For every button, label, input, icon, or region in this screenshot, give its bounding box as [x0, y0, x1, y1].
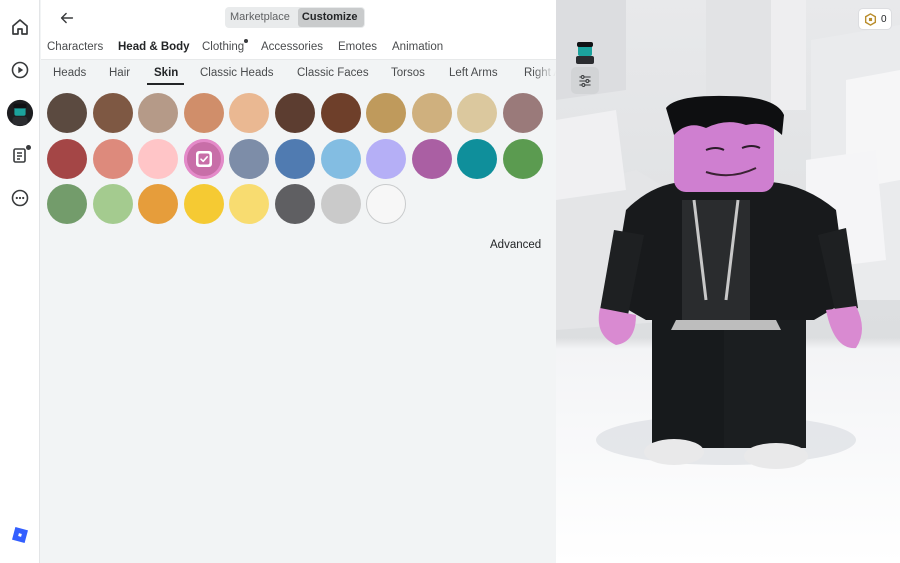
tab-marketplace[interactable]: Marketplace — [226, 8, 296, 27]
adjust-sliders-icon[interactable] — [571, 67, 599, 94]
top-bar: Marketplace Customize — [41, 0, 556, 36]
checkmark-icon — [195, 150, 212, 167]
skin-color-swatch[interactable] — [138, 184, 179, 224]
tab-customize[interactable]: Customize — [297, 8, 364, 27]
scroll-fade — [532, 61, 556, 87]
category-characters[interactable]: Characters — [47, 41, 103, 53]
skin-color-swatch[interactable] — [320, 93, 361, 133]
subtab-classic-heads[interactable]: Classic Heads — [200, 67, 274, 79]
skin-color-swatch[interactable] — [92, 138, 133, 179]
skin-color-swatch[interactable] — [183, 138, 224, 179]
skin-color-swatch[interactable] — [366, 93, 407, 133]
category-tabs: Characters Head & Body Clothing Accessor… — [41, 36, 556, 60]
subtab-torsos[interactable]: Torsos — [391, 67, 425, 79]
skin-color-swatch[interactable] — [229, 184, 270, 224]
skin-color-swatch[interactable] — [275, 138, 315, 179]
skin-color-swatch[interactable] — [229, 138, 270, 179]
skin-color-swatch[interactable] — [320, 184, 361, 224]
subtab-heads[interactable]: Heads — [53, 67, 86, 79]
skin-color-swatch[interactable] — [366, 138, 407, 179]
skin-color-swatch[interactable] — [92, 93, 133, 133]
back-arrow-icon[interactable] — [55, 6, 79, 30]
notes-icon[interactable] — [6, 141, 34, 169]
category-emotes[interactable]: Emotes — [338, 41, 377, 53]
skin-color-swatch[interactable] — [92, 184, 133, 224]
skin-color-swatch[interactable] — [138, 93, 179, 133]
subtab-classic-faces[interactable]: Classic Faces — [297, 67, 369, 79]
active-tab-underline — [147, 83, 184, 85]
skin-color-swatch[interactable] — [47, 93, 87, 133]
skin-color-swatch[interactable] — [47, 138, 87, 179]
notification-dot — [244, 39, 249, 43]
subtab-skin[interactable]: Skin — [154, 67, 178, 79]
customize-panel: Marketplace Customize Characters Head & … — [41, 0, 556, 563]
skin-color-swatch[interactable] — [411, 138, 452, 179]
skin-color-swatch[interactable] — [138, 138, 179, 179]
left-nav-rail — [0, 0, 40, 563]
subtab-left-arms[interactable]: Left Arms — [449, 67, 498, 79]
skin-color-swatch[interactable] — [229, 93, 270, 133]
skin-color-swatch[interactable] — [366, 184, 407, 224]
skin-color-swatch[interactable] — [183, 184, 224, 224]
category-head-body[interactable]: Head & Body — [118, 41, 190, 53]
subtab-hair[interactable]: Hair — [109, 67, 130, 79]
category-clothing[interactable]: Clothing — [202, 39, 249, 53]
advanced-button[interactable]: Advanced — [490, 239, 541, 251]
skin-color-swatch[interactable] — [275, 184, 315, 224]
play-icon[interactable] — [6, 56, 34, 84]
robux-icon — [864, 12, 877, 26]
mode-switch: Marketplace Customize — [225, 7, 365, 28]
skin-color-swatch[interactable] — [47, 184, 87, 224]
avatar-thumbnail-icon[interactable] — [571, 38, 599, 66]
more-icon[interactable] — [6, 184, 34, 212]
skin-color-swatch[interactable] — [457, 138, 498, 179]
skin-color-swatch[interactable] — [411, 93, 452, 133]
roblox-logo-icon[interactable] — [6, 521, 34, 549]
skin-color-swatch[interactable] — [503, 93, 543, 133]
category-accessories[interactable]: Accessories — [261, 41, 323, 53]
skin-color-swatch[interactable] — [275, 93, 315, 133]
avatar-icon[interactable] — [5, 98, 35, 128]
robux-amount: 0 — [881, 13, 887, 25]
avatar-scene — [556, 0, 900, 469]
subcategory-tabs: Heads Hair Skin Classic Heads Classic Fa… — [41, 61, 556, 87]
category-animation[interactable]: Animation — [392, 41, 443, 53]
skin-color-swatch[interactable] — [503, 138, 543, 179]
home-icon[interactable] — [6, 13, 34, 41]
skin-color-swatch[interactable] — [183, 93, 224, 133]
robux-balance[interactable]: 0 — [858, 8, 892, 30]
skin-color-swatch[interactable] — [457, 93, 498, 133]
skin-color-swatch[interactable] — [320, 138, 361, 179]
avatar-preview: 0 — [556, 0, 900, 563]
category-clothing-label: Clothing — [202, 41, 245, 53]
